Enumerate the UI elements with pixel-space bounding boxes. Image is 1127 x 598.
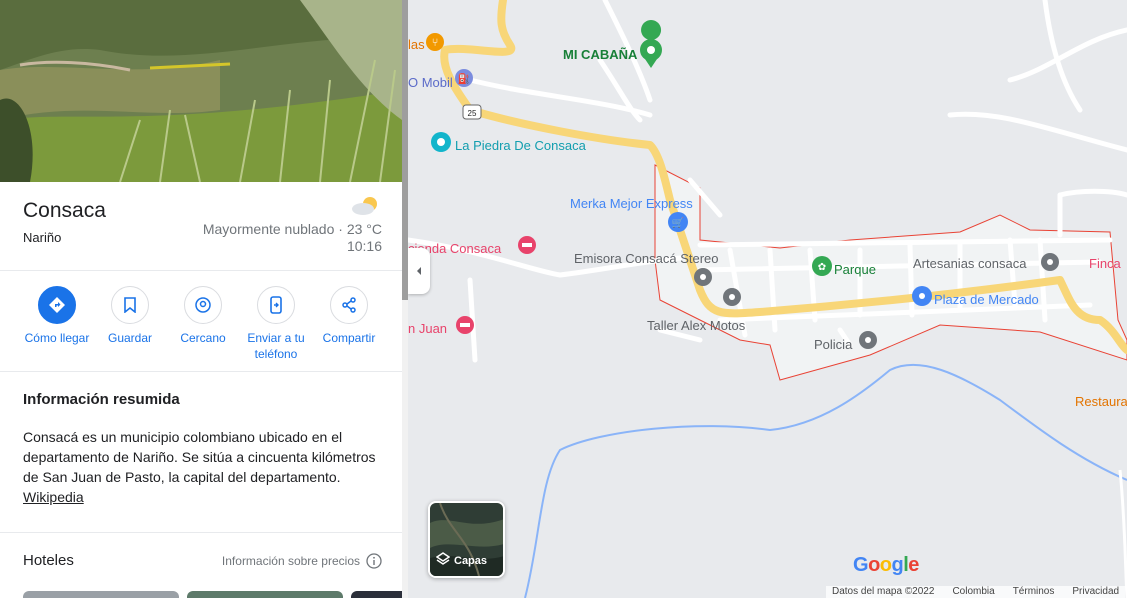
map-label-parque: Parque <box>834 262 876 277</box>
map-label-piedra: La Piedra De Consaca <box>455 138 587 153</box>
hotel-thumbnail[interactable] <box>187 591 343 598</box>
hotels-title: Hoteles <box>23 552 74 569</box>
share-icon <box>330 286 368 324</box>
poi-shopping-icon[interactable]: 🛒 <box>668 212 688 232</box>
save-button[interactable]: Guardar <box>92 286 168 346</box>
send-to-phone-icon <box>257 286 295 324</box>
nearby-button[interactable]: Cercano <box>165 286 241 346</box>
summary-text-block: Consacá es un municipio colombiano ubica… <box>23 427 383 507</box>
map-label-finca: Finca <box>1089 256 1122 271</box>
weather-time: 10:16 <box>346 238 382 254</box>
summary-title: Información resumida <box>23 391 180 408</box>
summary-text: Consacá es un municipio colombiano ubica… <box>23 429 376 485</box>
nearby-label: Cercano <box>180 331 226 345</box>
svg-text:⑂: ⑂ <box>432 36 439 49</box>
info-icon <box>366 553 382 569</box>
poi-park-icon[interactable]: ✿ <box>812 256 832 276</box>
poi-attraction-icon[interactable] <box>431 132 451 152</box>
weather-info: Mayormente nublado · 23 °C 10:16 <box>203 221 382 255</box>
directions-button[interactable]: Cómo llegar <box>19 286 95 346</box>
layers-label: Capas <box>454 554 488 567</box>
save-label: Guardar <box>107 331 153 345</box>
hotel-thumbnail[interactable] <box>351 591 402 598</box>
divider <box>0 371 402 372</box>
send-to-phone-label: Enviar a tu teléfono <box>247 331 305 361</box>
map-footer: Datos del mapa ©2022 Colombia Términos P… <box>826 586 1126 598</box>
place-title: Consaca <box>23 199 106 222</box>
poi-generic-pin-icon[interactable] <box>859 331 877 349</box>
directions-label: Cómo llegar <box>24 331 90 345</box>
map-label-plaza: Plaza de Mercado <box>934 292 1039 307</box>
place-region: Nariño <box>23 230 62 245</box>
collapse-panel-button[interactable] <box>408 248 430 294</box>
price-info-label: Información sobre precios <box>221 554 360 568</box>
send-to-phone-button[interactable]: Enviar a tu teléfono <box>238 286 314 362</box>
poi-lodging-icon[interactable] <box>518 236 536 254</box>
wikipedia-link[interactable]: Wikipedia <box>23 489 84 505</box>
google-logo: Google <box>853 554 919 576</box>
map-label-policia: Policia <box>814 337 853 352</box>
panel-scrollbar[interactable] <box>402 0 408 598</box>
place-photo[interactable] <box>0 0 402 182</box>
map-label-artesanias: Artesanias consaca <box>913 256 1027 271</box>
route-number: 25 <box>468 109 477 118</box>
map-label-las: las <box>408 37 425 52</box>
map-data-credit: Datos del mapa ©2022 <box>832 586 935 597</box>
poi-restaurant-icon[interactable]: ⑂ <box>426 33 444 51</box>
maps-app: ⑂ ⛽ 🛒 ✿ las O Mobil 25 MI CABAÑA La Pied… <box>0 0 1127 598</box>
partly-cloudy-icon <box>350 194 382 223</box>
svg-text:🛒: 🛒 <box>672 216 684 229</box>
poi-generic-pin-icon[interactable] <box>1041 253 1059 271</box>
divider <box>0 532 402 533</box>
bookmark-icon <box>111 286 149 324</box>
map-svg[interactable]: ⑂ ⛽ 🛒 ✿ las O Mobil 25 MI CABAÑA La Pied… <box>405 0 1127 598</box>
layers-button[interactable]: Capas <box>428 501 505 578</box>
map-label-mi-cabana: MI CABAÑA <box>563 47 638 62</box>
share-button[interactable]: Compartir <box>311 286 387 346</box>
map-label-emisora: Emisora Consacá Stereo <box>574 251 719 266</box>
share-label: Compartir <box>322 331 376 345</box>
footer-country-link[interactable]: Colombia <box>952 586 994 598</box>
svg-text:✿: ✿ <box>818 262 826 273</box>
place-panel: Consaca Nariño Mayormente nublado · 23 °… <box>0 0 402 598</box>
poi-generic-pin-icon[interactable] <box>694 268 712 286</box>
divider <box>0 270 402 271</box>
nearby-icon <box>184 286 222 324</box>
poi-market-icon[interactable] <box>912 286 932 306</box>
hotel-thumbnail[interactable] <box>23 591 179 598</box>
weather-condition: Mayormente nublado · 23 °C <box>202 221 382 237</box>
chevron-left-icon <box>417 267 421 275</box>
map-canvas[interactable]: ⑂ ⛽ 🛒 ✿ las O Mobil 25 MI CABAÑA La Pied… <box>405 0 1127 598</box>
layers-label-wrap: Capas <box>435 552 488 569</box>
price-info[interactable]: Información sobre precios <box>222 553 382 569</box>
directions-icon <box>38 286 76 324</box>
poi-lodging-icon[interactable] <box>456 316 474 334</box>
map-label-mobil: O Mobil <box>408 75 453 90</box>
scrollbar-thumb[interactable] <box>402 0 408 300</box>
layers-icon <box>435 552 451 569</box>
map-label-merka: Merka Mejor Express <box>570 196 693 211</box>
poi-gas-station-icon[interactable]: ⛽ <box>455 69 473 87</box>
svg-text:⛽: ⛽ <box>458 72 470 85</box>
poi-generic-pin-icon[interactable] <box>723 288 741 306</box>
footer-privacy-link[interactable]: Privacidad <box>1072 586 1119 598</box>
map-label-restaura: Restaura <box>1075 394 1127 409</box>
map-label-taller: Taller Alex Motos <box>647 318 746 333</box>
map-label-juan: n Juan <box>408 321 447 336</box>
footer-terms-link[interactable]: Términos <box>1013 586 1055 598</box>
